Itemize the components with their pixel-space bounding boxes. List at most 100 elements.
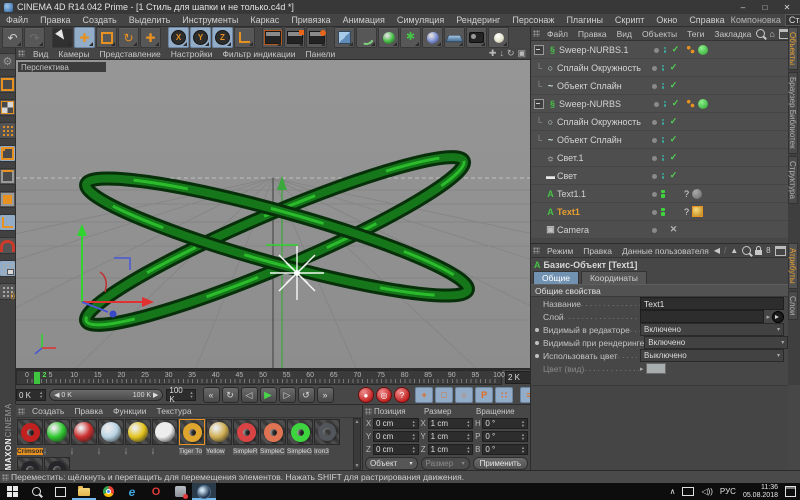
add-spline-button[interactable]	[356, 27, 377, 48]
close-button[interactable]: ✕	[776, 3, 798, 12]
material-thumbnail[interactable]	[98, 419, 124, 445]
object-name[interactable]: Text1	[557, 207, 649, 217]
material-item[interactable]: .	[44, 419, 70, 456]
material-scrollbar[interactable]: ▲▼	[353, 418, 361, 470]
material-item[interactable]: .	[98, 419, 124, 456]
key-parameter-toggle[interactable]: P	[475, 387, 493, 403]
attribute-section-header[interactable]: Общие свойства	[531, 284, 788, 297]
material-item[interactable]: .	[71, 419, 97, 456]
enabled-check-icon[interactable]: ✓	[667, 116, 680, 127]
coord-mode-dropdown[interactable]: Объект▾	[365, 457, 418, 470]
object-row[interactable]: ▣Camera✕	[531, 221, 788, 239]
viewport-scene[interactable]: Перспектива	[16, 60, 530, 370]
visibility-dots-icon[interactable]	[659, 155, 667, 161]
key-position-toggle[interactable]: +	[415, 387, 433, 403]
texture-tag-icon[interactable]	[698, 45, 708, 55]
material-item[interactable]: Iron3	[314, 419, 340, 456]
dropdown-включено[interactable]: Включено▾	[644, 336, 788, 349]
layer-field[interactable]	[640, 310, 764, 323]
menubar-item[interactable]: Каркас	[244, 15, 285, 25]
play-button[interactable]: ▶	[260, 387, 277, 403]
expander-icon[interactable]	[534, 99, 544, 109]
key-pla-toggle[interactable]: ∷	[495, 387, 513, 403]
viewport-menu-item[interactable]: Панели	[301, 49, 341, 59]
coord-size-field[interactable]: 1 cm▲▼	[428, 418, 474, 429]
parent-object-icon[interactable]: ▲	[730, 246, 738, 255]
lock-x-axis-button[interactable]: X	[168, 27, 189, 48]
name-field[interactable]: Text1	[640, 297, 784, 310]
material-thumbnail[interactable]	[233, 419, 259, 445]
object-row[interactable]: └~Объект Сплайн✓	[531, 131, 788, 149]
timeline-end-field[interactable]: 100 K▲▼	[166, 389, 196, 401]
pan-view-icon[interactable]: ✚	[489, 48, 497, 59]
orange-tag-icon[interactable]	[692, 206, 703, 217]
material-thumbnail[interactable]	[125, 419, 151, 445]
attribute-menu-item[interactable]: Режим	[542, 246, 578, 256]
points-mode-button[interactable]	[0, 122, 16, 139]
search-button[interactable]	[24, 483, 48, 500]
visibility-dots-icon[interactable]	[661, 47, 669, 53]
snap-magnet-button[interactable]	[0, 237, 16, 254]
material-thumbnail[interactable]	[152, 419, 178, 445]
gray-tag-icon[interactable]	[692, 189, 702, 199]
viewport-menu-item[interactable]: Камеры	[53, 49, 94, 59]
object-name[interactable]: Свет	[557, 171, 649, 181]
layer-browser-button[interactable]	[772, 311, 784, 323]
add-cube-primitive-button[interactable]	[334, 27, 355, 48]
rotate-view-icon[interactable]: ↻	[507, 48, 515, 59]
axis-mode-button[interactable]	[0, 214, 16, 231]
enabled-check-icon[interactable]: ✓	[667, 170, 680, 181]
viewport-menu-item[interactable]: Представление	[94, 49, 165, 59]
material-item[interactable]: SimpleG	[287, 419, 313, 456]
viewport-menu-item[interactable]: Фильтр индикации	[217, 49, 300, 59]
enable-dot-icon[interactable]	[649, 171, 659, 181]
enabled-check-icon[interactable]: ✓	[667, 152, 680, 163]
edge-mode-button[interactable]	[0, 168, 16, 185]
visibility-dots-icon[interactable]	[659, 208, 667, 216]
cinema4d-taskbar-button[interactable]	[192, 483, 216, 500]
task-view-button[interactable]	[48, 483, 72, 500]
lock-z-axis-button[interactable]: Z	[212, 27, 233, 48]
viewport-label[interactable]: Перспектива	[18, 62, 106, 72]
apply-button[interactable]: Применить	[473, 457, 528, 470]
object-manager-menu-item[interactable]: Правка	[573, 29, 612, 39]
viewport-menu-item[interactable]: Настройки	[166, 49, 218, 59]
texture-tag-icon[interactable]	[698, 99, 708, 109]
enable-dot-icon[interactable]	[649, 207, 659, 217]
coord-size-field[interactable]: 1 cm▲▼	[428, 444, 474, 455]
attribute-tab[interactable]: Координаты	[581, 271, 647, 284]
material-thumbnail[interactable]	[179, 419, 205, 445]
visibility-dots-icon[interactable]	[659, 65, 667, 71]
animation-dot-icon[interactable]	[535, 354, 543, 358]
object-row[interactable]: └~Объект Сплайн✓	[531, 77, 788, 95]
object-name[interactable]: Text1.1	[557, 189, 649, 199]
last-tool-button[interactable]: ✚	[140, 27, 161, 48]
phong-tag-icon[interactable]	[686, 99, 695, 108]
render-view-button[interactable]	[262, 27, 283, 48]
material-item[interactable]: Yellow	[206, 419, 232, 456]
explorer-taskbar-button[interactable]	[72, 483, 96, 500]
disabled-cross-icon[interactable]: ✕	[667, 224, 680, 235]
enabled-check-icon[interactable]: ✓	[669, 44, 682, 55]
live-selection-button[interactable]	[52, 27, 73, 48]
menubar-item[interactable]: Привязка	[285, 15, 336, 25]
add-deformer-button[interactable]	[422, 27, 443, 48]
menubar-item[interactable]: Файл	[0, 15, 34, 25]
key-scale-toggle[interactable]: □	[435, 387, 453, 403]
make-editable-button[interactable]: ⚙	[0, 53, 16, 70]
material-item[interactable]: SimpleC	[260, 419, 286, 456]
object-name[interactable]: Свет.1	[557, 153, 649, 163]
panel-tab[interactable]: Структура	[788, 156, 798, 204]
history-back-icon[interactable]: ◀	[714, 246, 720, 255]
menubar-item[interactable]: Скрипт	[609, 15, 650, 25]
add-camera-button[interactable]	[466, 27, 487, 48]
keying-help-button[interactable]: ?	[394, 387, 410, 403]
attribute-tab[interactable]: Общие	[533, 271, 579, 284]
object-manager-menu-item[interactable]: Вид	[612, 29, 637, 39]
enabled-check-icon[interactable]: ✓	[667, 80, 680, 91]
timeline-start-field[interactable]: 0 K▲▼	[16, 389, 46, 401]
object-row[interactable]: AText1.1?	[531, 185, 788, 203]
animation-dot-icon[interactable]	[535, 328, 543, 332]
object-name[interactable]: Sweep-NURBS	[559, 99, 651, 109]
key-rotation-toggle[interactable]: ○	[455, 387, 473, 403]
